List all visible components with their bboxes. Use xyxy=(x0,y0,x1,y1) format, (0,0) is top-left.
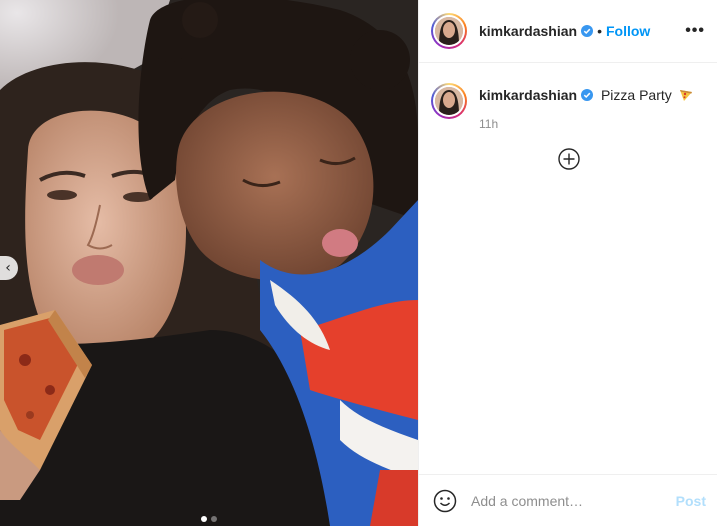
carousel-dot xyxy=(211,516,217,522)
caption-username[interactable]: kimkardashian xyxy=(479,87,577,103)
smiley-icon[interactable] xyxy=(433,489,457,513)
post-side-panel: kimkardashian • Follow ••• kimkardashian… xyxy=(418,0,717,526)
comment-input[interactable] xyxy=(471,492,670,509)
post-header: kimkardashian • Follow ••• xyxy=(419,0,717,63)
carousel-indicator xyxy=(0,516,418,522)
avatar-image xyxy=(435,17,463,45)
avatar[interactable] xyxy=(431,83,467,119)
comment-bar: Post xyxy=(419,474,717,526)
carousel-dot xyxy=(201,516,207,522)
more-options-icon[interactable]: ••• xyxy=(685,23,705,39)
chevron-left-icon: ‹ xyxy=(5,260,11,276)
pizza-icon xyxy=(679,90,692,101)
photo-illustration xyxy=(0,0,418,526)
post-photo[interactable]: ‹ xyxy=(0,0,418,526)
avatar-image xyxy=(435,87,463,115)
header-separator: • xyxy=(597,23,602,39)
plus-circle-icon[interactable] xyxy=(558,148,580,170)
header-username[interactable]: kimkardashian xyxy=(479,23,577,39)
post-caption: kimkardashian Pizza Party 11h xyxy=(419,63,717,131)
post-comment-button[interactable]: Post xyxy=(676,493,706,509)
verified-badge-icon xyxy=(581,89,594,101)
avatar[interactable] xyxy=(431,13,467,49)
caption-text: Pizza Party xyxy=(600,87,672,103)
follow-button[interactable]: Follow xyxy=(606,23,650,39)
post-timestamp[interactable]: 11h xyxy=(479,117,693,131)
verified-badge-icon xyxy=(581,25,594,37)
